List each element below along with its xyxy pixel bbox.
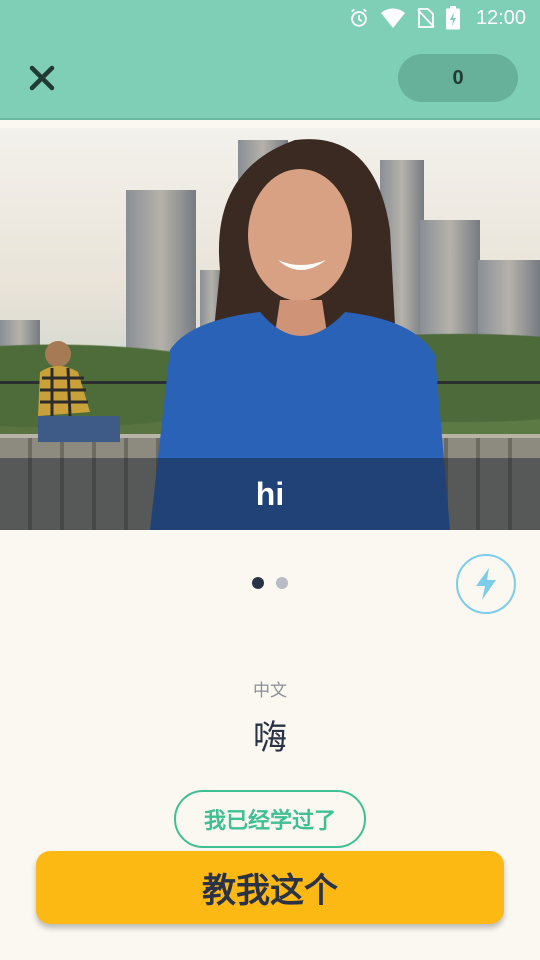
wifi-icon: [380, 8, 405, 28]
no-sim-icon: [417, 8, 435, 28]
app-bar: 0: [0, 36, 540, 120]
already-learned-button[interactable]: 我已经学过了: [174, 790, 366, 848]
lightning-bolt-icon: [476, 568, 496, 600]
status-bar: 12:00: [0, 0, 540, 36]
status-time: 12:00: [475, 6, 526, 29]
caption-overlay: hi: [0, 458, 540, 530]
page-dot-active: [252, 577, 264, 589]
caption-text: hi: [255, 475, 285, 512]
alarm-icon: [351, 8, 367, 27]
status-icons: 12:00: [348, 6, 526, 30]
seated-person: [38, 341, 120, 442]
score-counter: 0: [398, 54, 518, 102]
video-player[interactable]: hi: [0, 128, 540, 530]
close-icon: [29, 65, 55, 91]
battery-charging-icon: [445, 6, 460, 30]
close-button[interactable]: [22, 62, 62, 94]
language-label: 中文: [253, 681, 287, 701]
translated-word: 嗨: [253, 718, 287, 758]
page-dot: [276, 577, 288, 589]
page-indicator: [252, 577, 288, 589]
teach-me-button[interactable]: 教我这个: [36, 851, 504, 924]
boost-button[interactable]: [456, 554, 516, 614]
